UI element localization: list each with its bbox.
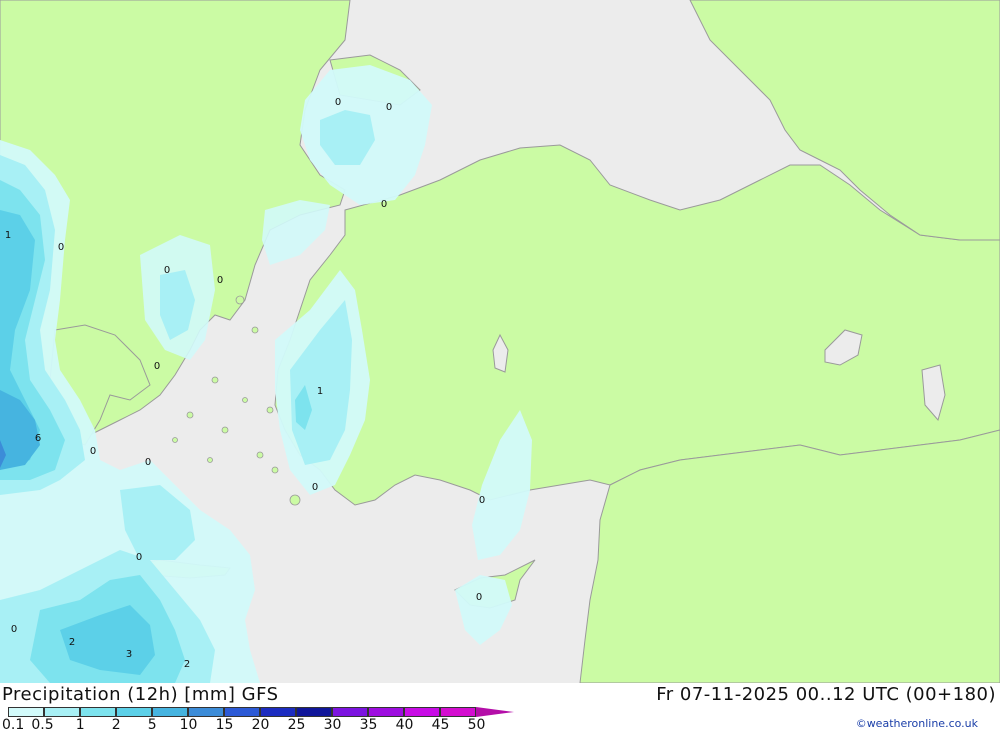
contour-label: 1: [5, 230, 11, 241]
forecast-datetime: Fr 07-11-2025 00..12 UTC (00+180): [656, 684, 996, 705]
contour-label: 0: [58, 242, 64, 253]
scale-swatch: [116, 707, 152, 717]
scale-tick-label: 15: [215, 717, 234, 733]
scale-tick-label: 20: [251, 717, 270, 733]
contour-label: 0: [136, 552, 142, 563]
scale-tick-label: 5: [147, 717, 157, 733]
scale-swatch: [8, 707, 44, 717]
contour-label: 0: [476, 592, 482, 603]
scale-tick-label: 2: [111, 717, 121, 733]
map-footer: Precipitation (12h) [mm] GFS Fr 07-11-20…: [0, 683, 1000, 733]
contour-label: 3: [126, 649, 132, 660]
scale-tick-label: 25: [287, 717, 306, 733]
scale-tick-label: 50: [467, 717, 486, 733]
scale-tick-label: 0.5: [31, 717, 54, 733]
scale-swatch: [188, 707, 224, 717]
scale-swatch: [80, 707, 116, 717]
contour-label: 0: [90, 446, 96, 457]
scale-swatch: [44, 707, 80, 717]
scale-tick-label: 10: [179, 717, 198, 733]
scale-tick-label: 0.1: [2, 717, 25, 733]
color-scale: [8, 707, 514, 717]
scale-tick-label: 45: [431, 717, 450, 733]
contour-label: 0: [312, 482, 318, 493]
precipitation-map: 0 0 0 1 0 0 0 0 1 6 0 0 0 0 0 0 0 2 3 2: [0, 0, 1000, 683]
contour-label: 0: [164, 265, 170, 276]
scale-tick-label: 1: [75, 717, 85, 733]
scale-swatch: [368, 707, 404, 717]
scale-tick-label: 35: [359, 717, 378, 733]
contour-label: 6: [35, 433, 41, 444]
contour-label: 1: [317, 386, 323, 397]
scale-swatch: [296, 707, 332, 717]
contour-label: 0: [154, 361, 160, 372]
scale-swatch: [260, 707, 296, 717]
contour-label: 0: [479, 495, 485, 506]
scale-swatch: [152, 707, 188, 717]
map-title: Precipitation (12h) [mm] GFS: [2, 684, 279, 705]
contour-label: 0: [381, 199, 387, 210]
scale-arrow: [476, 707, 514, 717]
credit-link[interactable]: ©weatheronline.co.uk: [856, 717, 978, 730]
contour-label: 0: [335, 97, 341, 108]
contour-label: 0: [217, 275, 223, 286]
contour-label: 0: [145, 457, 151, 468]
contour-label: 0: [11, 624, 17, 635]
contour-label: 0: [386, 102, 392, 113]
scale-tick-label: 30: [323, 717, 342, 733]
scale-swatch: [332, 707, 368, 717]
scale-swatch: [440, 707, 476, 717]
contour-label: 2: [184, 659, 190, 670]
scale-tick-label: 40: [395, 717, 414, 733]
scale-swatch: [404, 707, 440, 717]
scale-swatch: [224, 707, 260, 717]
contour-label: 2: [69, 637, 75, 648]
